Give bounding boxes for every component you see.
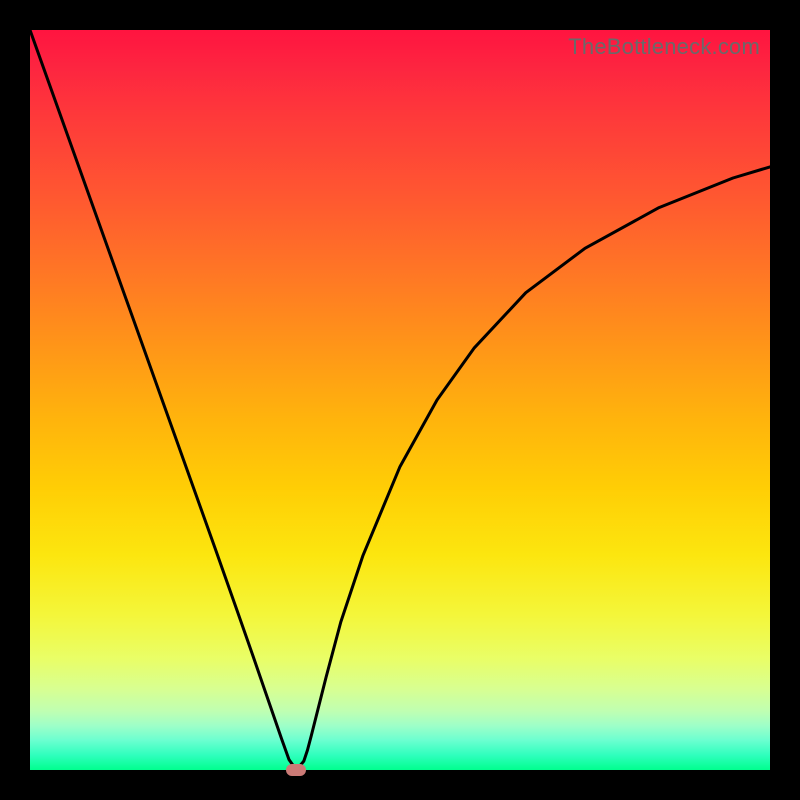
bottleneck-curve	[30, 30, 770, 770]
plot-area: TheBottleneck.com	[30, 30, 770, 770]
chart-frame: TheBottleneck.com	[0, 0, 800, 800]
minimum-marker	[286, 764, 306, 776]
